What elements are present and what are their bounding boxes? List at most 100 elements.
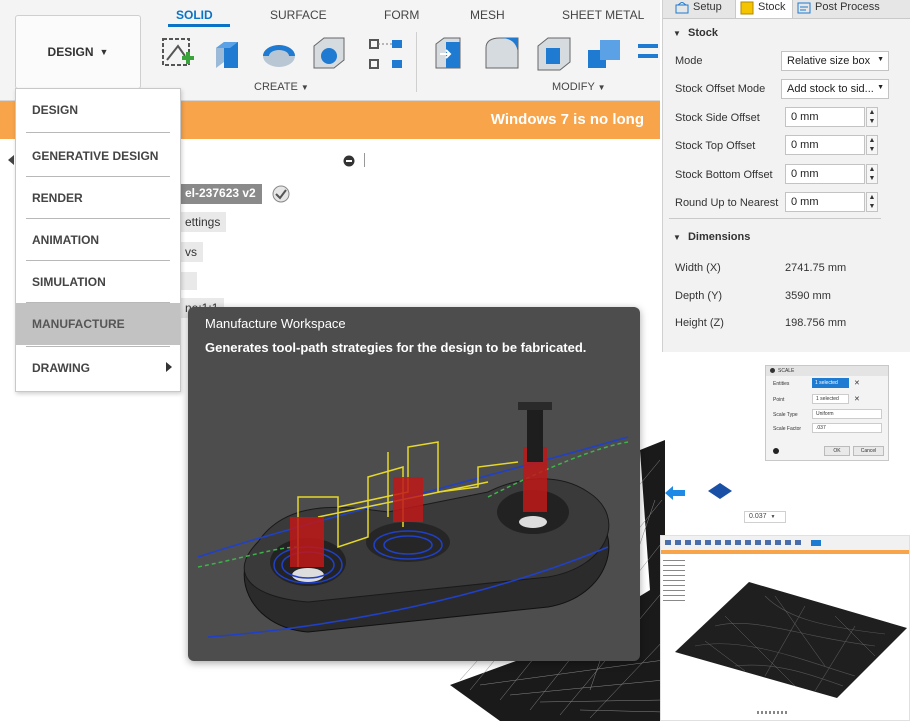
tab-mesh[interactable]: MESH (470, 8, 505, 22)
point-selection[interactable]: 1 selected (812, 394, 849, 404)
browser-named-views[interactable]: vs (179, 242, 203, 262)
stock-icon (740, 1, 754, 15)
menu-item-generative-design[interactable]: GENERATIVE DESIGN (16, 135, 180, 177)
field-value: 0 mm (791, 111, 819, 123)
menu-item-manufacture[interactable]: MANUFACTURE (16, 303, 180, 345)
menu-item-label: DESIGN (32, 103, 79, 117)
workspace-tooltip: Manufacture Workspace Generates tool-pat… (188, 307, 640, 661)
tab-stock[interactable]: Stock (735, 0, 793, 18)
tab-surface[interactable]: SURFACE (270, 8, 327, 22)
active-tab-indicator (168, 24, 230, 27)
ok-button[interactable]: OK (824, 446, 850, 456)
stock-top-offset-input[interactable]: 0 mm (785, 135, 865, 155)
mode-label: Mode (675, 55, 703, 67)
stock-offset-mode-select[interactable]: Add stock to sid... ▼ (781, 79, 889, 99)
round-up-spinner[interactable]: ▲ ▼ (866, 192, 878, 212)
revolve-icon[interactable] (258, 34, 300, 74)
setup-icon (675, 2, 689, 14)
create-group-label[interactable]: CREATE ▼ (254, 81, 309, 93)
section-divider (669, 218, 881, 219)
scale-factor-value: .037 (816, 425, 826, 431)
workspace-switcher-button[interactable]: DESIGN ▼ (15, 15, 141, 89)
round-up-input[interactable]: 0 mm (785, 192, 865, 212)
browser-document-settings[interactable]: ettings (179, 212, 227, 232)
fillet-icon[interactable] (482, 34, 524, 74)
pattern-icon[interactable] (366, 34, 408, 74)
minus-circle-icon[interactable] (343, 154, 355, 167)
menu-item-animation[interactable]: ANIMATION (16, 219, 180, 261)
browser-component-row[interactable]: el-237623 v2 (179, 184, 262, 204)
shell-icon[interactable] (534, 34, 576, 74)
scale-type-select[interactable]: Uniform (812, 409, 882, 419)
tooltip-description: Generates tool-path strategies for the d… (205, 340, 587, 355)
stock-bottom-offset-spinner[interactable]: ▲ ▼ (866, 164, 878, 184)
menu-item-render[interactable]: RENDER (16, 177, 180, 219)
menu-item-label: SIMULATION (32, 275, 106, 289)
move-icon[interactable] (634, 34, 660, 74)
scale-dialog: SCALE Entities 1 selected ✕ Point 1 sele… (765, 365, 889, 461)
section-collapse-icon: ▼ (673, 29, 681, 38)
height-value: 198.756 mm (785, 317, 847, 329)
menu-item-label: DRAWING (32, 361, 90, 375)
submenu-arrow-icon (166, 362, 172, 372)
scale-factor-input[interactable]: .037 (812, 423, 882, 433)
depth-label: Depth (Y) (675, 290, 723, 302)
hole-icon[interactable] (308, 34, 350, 74)
info-icon[interactable] (773, 448, 779, 454)
stock-bottom-offset-input[interactable]: 0 mm (785, 164, 865, 184)
post-process-icon (797, 2, 811, 14)
entities-selection[interactable]: 1 selected (812, 378, 849, 388)
menu-item-design[interactable]: DESIGN (16, 89, 180, 131)
stock-top-offset-spinner[interactable]: ▲ ▼ (866, 135, 878, 155)
thumbnail-toolbar (661, 536, 909, 550)
menu-item-label: MANUFACTURE (32, 317, 125, 331)
stock-side-offset-spinner[interactable]: ▲ ▼ (866, 107, 878, 127)
stock-side-offset-input[interactable]: 0 mm (785, 107, 865, 127)
tab-form[interactable]: FORM (384, 8, 419, 22)
create-sketch-icon[interactable] (158, 34, 200, 74)
tab-setup[interactable]: Setup (671, 0, 737, 18)
clear-entities-icon[interactable]: ✕ (854, 379, 860, 387)
stock-side-offset-label: Stock Side Offset (675, 112, 760, 124)
mode-value: Relative size box (787, 55, 871, 67)
modify-group-label[interactable]: MODIFY ▼ (552, 81, 606, 93)
menu-item-label: RENDER (32, 191, 83, 205)
tab-label: Stock (758, 1, 786, 13)
entities-label: Entities (773, 381, 790, 387)
stock-bottom-offset-label: Stock Bottom Offset (675, 169, 773, 181)
checkmark-icon[interactable] (271, 184, 291, 204)
caret-down-icon: ▼ (300, 83, 309, 92)
dialog-status-icon (770, 368, 775, 373)
left-arrow-icon[interactable] (665, 485, 685, 501)
section-collapse-icon: ▼ (673, 233, 681, 242)
scale-value-readout[interactable]: 0.037 ▼ (744, 511, 786, 523)
dimensions-section-header[interactable]: ▼ Dimensions (673, 231, 750, 243)
mode-select[interactable]: Relative size box ▼ (781, 51, 889, 71)
tab-post-process[interactable]: Post Process (793, 0, 903, 18)
menu-item-drawing[interactable]: DRAWING (16, 347, 180, 389)
tab-sheet-metal[interactable]: SHEET METAL (562, 8, 644, 22)
stock-offset-mode-label: Stock Offset Mode (675, 83, 766, 95)
clear-point-icon[interactable]: ✕ (854, 395, 860, 403)
stock-section-header[interactable]: ▼ Stock (673, 27, 718, 39)
extrude-icon[interactable] (208, 34, 250, 74)
chevron-down-icon: ▼ (877, 84, 884, 91)
menu-item-label: ANIMATION (32, 233, 100, 247)
thumbnail-status-bar (757, 711, 787, 714)
terrain-screenshot-thumbnail (660, 535, 910, 721)
panel-divider (364, 153, 365, 167)
cancel-button[interactable]: Cancel (853, 446, 884, 456)
dialog-title: SCALE (778, 368, 795, 374)
field-value: 0 mm (791, 139, 819, 151)
browser-collapse-icon[interactable] (8, 152, 14, 165)
press-pull-icon[interactable] (430, 34, 472, 74)
ok-label: OK (833, 448, 841, 454)
point-label: Point (773, 397, 785, 403)
combine-icon[interactable] (584, 34, 626, 74)
depth-value: 3590 mm (785, 290, 831, 302)
stock-offset-mode-value: Add stock to sid... (787, 83, 874, 95)
browser-origin[interactable] (179, 272, 197, 290)
field-value: 0 mm (791, 168, 819, 180)
menu-item-simulation[interactable]: SIMULATION (16, 261, 180, 303)
tab-solid[interactable]: SOLID (176, 8, 213, 22)
